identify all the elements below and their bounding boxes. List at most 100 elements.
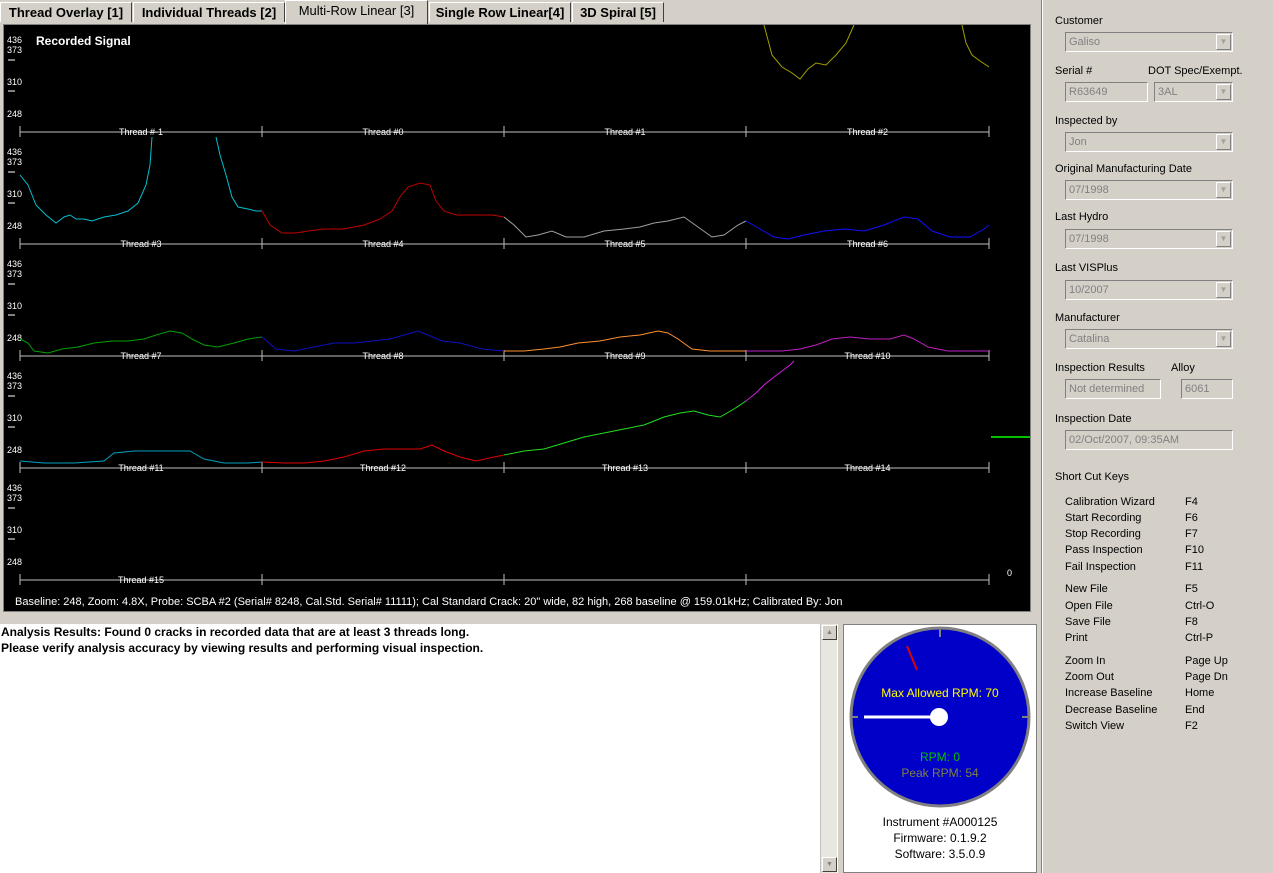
last-visplus-select[interactable]: 10/2007 ▼ — [1065, 280, 1233, 300]
shortcut-key: Ctrl-P — [1185, 632, 1214, 644]
signal-trace — [763, 25, 855, 80]
last-hydro-label: Last Hydro — [1055, 211, 1109, 223]
tab-3d-spiral[interactable]: 3D Spiral [5] — [572, 2, 664, 22]
gauge-hub — [930, 708, 948, 726]
alloy-field[interactable]: 6061 — [1181, 379, 1233, 399]
chevron-down-icon[interactable]: ▼ — [1216, 282, 1231, 298]
signal-trace — [261, 182, 505, 234]
y-tick-label: 248 — [7, 557, 22, 567]
y-tick-label: 373 — [7, 269, 22, 279]
tab-single-row-linear[interactable]: Single Row Linear[4] — [429, 2, 571, 22]
shortcut-action: Switch View — [1065, 720, 1125, 732]
y-tick-label: 310 — [7, 77, 22, 87]
signal-trace — [961, 25, 990, 68]
shortcut-key: F2 — [1185, 720, 1198, 732]
max-allowed-rpm: Max Allowed RPM: 70 — [881, 686, 999, 700]
shortcut-key: Ctrl-O — [1185, 600, 1215, 612]
manufacturer-value: Catalina — [1069, 333, 1110, 345]
inspection-results-field[interactable]: Not determined — [1065, 379, 1161, 399]
inspection-date-value: 02/Oct/2007, 09:35AM — [1069, 434, 1180, 446]
signal-trace — [503, 216, 747, 238]
customer-select[interactable]: Galiso ▼ — [1065, 32, 1233, 52]
shortcut-key: F6 — [1185, 512, 1198, 524]
signal-trace — [503, 400, 747, 456]
thread-label: Thread #7 — [120, 351, 161, 361]
y-tick-label: 373 — [7, 493, 22, 503]
rpm-gauge: Max Allowed RPM: 70 RPM: 0 Peak RPM: 54 — [849, 626, 1031, 808]
chevron-down-icon[interactable]: ▼ — [1216, 34, 1231, 50]
y-tick-label: 436 — [7, 483, 22, 493]
shortcut-action: Zoom In — [1065, 655, 1106, 667]
shortcut-key: F5 — [1185, 583, 1198, 595]
analysis-scrollbar[interactable]: ▲ ▼ — [820, 624, 837, 873]
thread-label: Thread #15 — [118, 575, 164, 585]
last-visplus-value: 10/2007 — [1069, 284, 1109, 296]
chevron-down-icon[interactable]: ▼ — [1216, 331, 1231, 347]
thread-label: Thread #-1 — [119, 127, 163, 137]
inspection-results-value: Not determined — [1069, 383, 1145, 395]
shortcut-key: Home — [1185, 687, 1215, 699]
shortcut-action: Print — [1065, 632, 1088, 644]
view-tabs: Thread Overlay [1] Individual Threads [2… — [0, 0, 1040, 24]
shortcut-key: F4 — [1185, 496, 1198, 508]
scroll-up-button[interactable]: ▲ — [822, 625, 837, 640]
scroll-down-button[interactable]: ▼ — [822, 857, 837, 872]
y-tick-label: 310 — [7, 189, 22, 199]
shortcut-key: F8 — [1185, 616, 1198, 628]
shortcut-key: F7 — [1185, 528, 1198, 540]
y-tick-label: 436 — [7, 259, 22, 269]
y-tick-label: 373 — [7, 157, 22, 167]
y-tick-label: 310 — [7, 525, 22, 535]
shortcut-action: Zoom Out — [1065, 671, 1114, 683]
chevron-down-icon[interactable]: ▼ — [1216, 231, 1231, 247]
signal-trace — [261, 444, 505, 464]
y-tick-label: 310 — [7, 413, 22, 423]
tab-thread-overlay[interactable]: Thread Overlay [1] — [0, 2, 132, 22]
inspected-by-select[interactable]: Jon ▼ — [1065, 132, 1233, 152]
inspection-results-label: Inspection Results — [1055, 362, 1145, 374]
inspected-by-label: Inspected by — [1055, 115, 1118, 127]
shortcut-key: End — [1185, 704, 1205, 716]
shortcut-action: Fail Inspection — [1065, 561, 1136, 573]
thread-label: Thread #12 — [360, 463, 406, 473]
dot-spec-select[interactable]: 3AL ▼ — [1154, 82, 1233, 102]
y-tick-label: 248 — [7, 109, 22, 119]
rpm-gauge-panel: Max Allowed RPM: 70 RPM: 0 Peak RPM: 54 … — [843, 624, 1037, 873]
y-tick-label: 373 — [7, 45, 22, 55]
shortcut-key: Page Up — [1185, 655, 1228, 667]
thread-label: Thread #14 — [844, 463, 890, 473]
last-visplus-label: Last VISPlus — [1055, 262, 1118, 274]
inspection-date-label: Inspection Date — [1055, 413, 1132, 425]
recorded-signal-plot[interactable]: Recorded Signal 436 373 310 248 Thread #-1 Th… — [3, 24, 1031, 612]
thread-label: Thread #8 — [362, 351, 403, 361]
y-tick-label: 248 — [7, 333, 22, 343]
inspection-details-panel: Customer Galiso ▼ Serial # DOT Spec/Exemp… — [1043, 0, 1273, 873]
y-tick-label: 248 — [7, 221, 22, 231]
shortcut-action: Stop Recording — [1065, 528, 1141, 540]
firmware-version: Firmware: 0.1.9.2 — [893, 831, 987, 845]
serial-label: Serial # — [1055, 65, 1093, 77]
last-hydro-select[interactable]: 07/1998 ▼ — [1065, 229, 1233, 249]
thread-label: Thread #10 — [844, 351, 890, 361]
signal-trace — [504, 330, 746, 352]
last-hydro-value: 07/1998 — [1069, 233, 1109, 245]
tab-individual-threads[interactable]: Individual Threads [2] — [133, 2, 285, 22]
marker-value: 0 — [1007, 568, 1012, 578]
thread-label: Thread #4 — [362, 239, 403, 249]
dot-spec-label: DOT Spec/Exempt. — [1148, 65, 1243, 77]
signal-chart: Recorded Signal 436373310248Thread #-1 Th… — [7, 25, 1030, 608]
thread-label: Thread #1 — [604, 127, 645, 137]
thread-label: Thread #3 — [120, 239, 161, 249]
shortcut-action: Open File — [1065, 600, 1113, 612]
manufacturer-select[interactable]: Catalina ▼ — [1065, 329, 1233, 349]
chevron-down-icon[interactable]: ▼ — [1216, 84, 1231, 100]
orig-manufacturing-date-select[interactable]: 07/1998 ▼ — [1065, 180, 1233, 200]
inspection-date-field[interactable]: 02/Oct/2007, 09:35AM — [1065, 430, 1233, 450]
chevron-down-icon[interactable]: ▼ — [1216, 134, 1231, 150]
y-tick-label: 436 — [7, 371, 22, 381]
chevron-down-icon[interactable]: ▼ — [1216, 182, 1231, 198]
tab-multi-row-linear[interactable]: Multi-Row Linear [3] — [285, 0, 428, 24]
thread-label: Thread #6 — [847, 239, 888, 249]
serial-field[interactable]: R63649 — [1065, 82, 1148, 102]
signal-trace — [19, 450, 263, 464]
